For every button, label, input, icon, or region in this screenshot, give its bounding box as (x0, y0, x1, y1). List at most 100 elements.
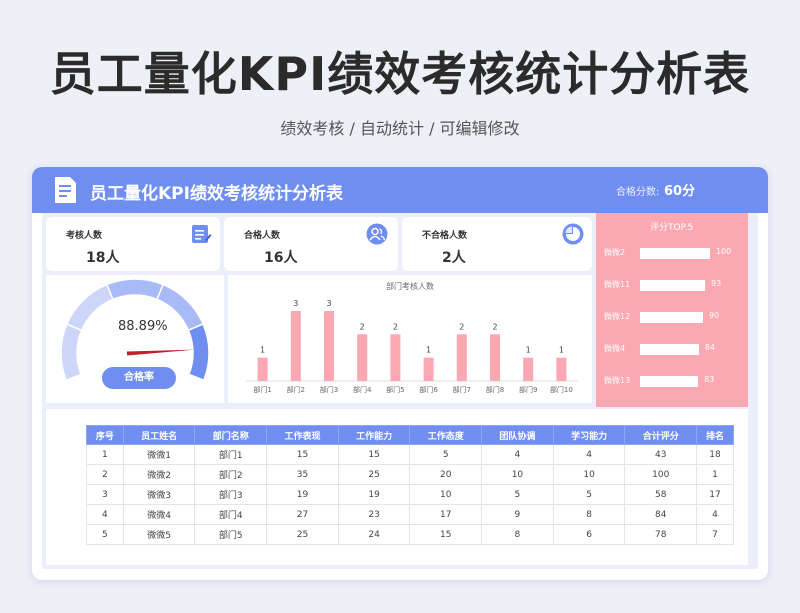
top5-bar (640, 376, 699, 387)
table-cell: 18 (696, 444, 734, 465)
pass-rate-gauge: 88.89% 合格率 (46, 275, 224, 403)
bar (290, 311, 301, 381)
bar (324, 311, 334, 381)
page-title: 员工量化KPI绩效考核统计分析表 (49, 47, 751, 101)
table-cell: 8 (552, 504, 626, 525)
pass-rate-button[interactable]: 合格率 (102, 367, 176, 389)
stat-value: 16人 (264, 250, 298, 266)
table-cell: 部门5 (194, 524, 268, 545)
table-cell: 5 (86, 524, 124, 545)
table-cell: 10 (409, 484, 483, 505)
table-cell: 100 (624, 464, 698, 485)
top5-value: 93 (711, 279, 722, 288)
data-label: 2 (360, 322, 365, 331)
table-cell: 17 (409, 504, 483, 525)
table-cell: 9 (481, 504, 554, 525)
gauge-segment (65, 283, 114, 332)
table-cell: 8 (481, 524, 554, 545)
tick-label: 部门5 (386, 385, 404, 394)
top5-row: 微微4 84 (596, 343, 748, 357)
data-label: 1 (526, 346, 531, 355)
table-cell: 27 (266, 504, 339, 525)
column-header: 工作表现 (266, 425, 339, 445)
top5-value: 83 (704, 375, 715, 384)
table-cell: 7 (696, 524, 734, 545)
table-cell: 1 (86, 444, 124, 465)
column-header: 合计评分 (624, 425, 698, 445)
data-label: 3 (326, 299, 331, 308)
top5-name: 微微13 (604, 376, 631, 385)
data-label: 1 (559, 346, 564, 355)
table-row: 2 微微2 部门2 35 25 20 10 10 100 1 (86, 464, 734, 485)
table-cell: 2 (86, 464, 124, 485)
table-cell: 84 (624, 504, 698, 525)
table-cell: 25 (266, 524, 339, 545)
pass-score-label: 合格分数: (616, 187, 660, 198)
card-header: 员工量化KPI绩效考核统计分析表 合格分数: 60分 (32, 167, 768, 213)
bar (257, 357, 268, 381)
users-icon (366, 223, 388, 245)
table-cell: 微微1 (122, 444, 196, 465)
tick-label: 部门9 (519, 385, 537, 394)
table-row: 4 微微4 部门4 27 23 17 9 8 84 4 (86, 504, 734, 525)
bar (357, 334, 368, 381)
top5-bar (640, 248, 710, 259)
table-cell: 23 (337, 504, 411, 525)
table-cell: 17 (696, 484, 734, 505)
bar (556, 357, 567, 381)
top5-row: 微微13 83 (596, 375, 748, 389)
top5-bar (640, 344, 699, 355)
column-header: 团队协调 (481, 425, 554, 445)
table-cell: 微微2 (122, 464, 196, 485)
stat-value: 18人 (86, 250, 120, 266)
top5-panel: 评分TOP.5 微微2 100 微微11 93 微微12 90 微微4 84 微微13 83 (596, 213, 748, 407)
tick-label: 部门3 (320, 385, 338, 394)
page-subtitle: 绩效考核 / 自动统计 / 可编辑修改 (280, 119, 520, 138)
top5-row: 微微12 90 (596, 311, 748, 325)
data-label: 2 (393, 322, 398, 331)
bar (390, 334, 401, 381)
top5-value: 100 (716, 247, 732, 256)
top5-bar (640, 280, 706, 291)
stat-label: 考核人数 (66, 231, 103, 241)
table-cell: 25 (337, 464, 411, 485)
edit-doc-icon (192, 225, 212, 243)
tick-label: 部门8 (486, 385, 504, 394)
data-label: 2 (492, 322, 497, 331)
bar (456, 334, 467, 381)
top5-name: 微微12 (604, 312, 631, 321)
tick-label: 部门10 (550, 385, 573, 394)
bar (423, 357, 434, 381)
dashboard-card: 员工量化KPI绩效考核统计分析表 合格分数: 60分 考核人数 18人 合格人数… (32, 167, 768, 580)
document-icon (55, 177, 76, 203)
column-header: 部门名称 (194, 425, 268, 445)
top5-value: 84 (704, 343, 715, 352)
table-cell: 部门2 (194, 464, 268, 485)
table-cell: 10 (552, 464, 626, 485)
top5-name: 微微4 (604, 344, 626, 353)
table-cell: 20 (409, 464, 483, 485)
gauge-segment (105, 278, 165, 301)
pass-score-value: 60分 (664, 184, 696, 199)
stat-value: 2人 (442, 250, 466, 266)
table-cell: 微微5 (122, 524, 196, 545)
table-cell: 4 (552, 444, 626, 465)
tick-label: 部门2 (287, 385, 305, 394)
card-title: 员工量化KPI绩效考核统计分析表 (90, 184, 343, 204)
table-cell: 微微3 (122, 484, 196, 505)
column-header: 学习能力 (552, 425, 626, 445)
column-header: 员工姓名 (122, 425, 196, 445)
table-cell: 5 (481, 484, 554, 505)
dashboard-body: 考核人数 18人 合格人数 16人 不合格人数 2人 评分TOP.5 微微2 1… (42, 213, 758, 569)
data-label: 1 (260, 346, 265, 355)
table-row: 5 微微5 部门5 25 24 15 8 6 78 7 (86, 524, 734, 545)
table-cell: 6 (552, 524, 626, 545)
dept-bar-chart-panel: 部门考核人数 1 部门1 3 部门2 3 部门3 2 部门4 2 部门5 1 部门6 2 部门7 2 部门8 1… (228, 275, 592, 403)
column-header: 序号 (86, 425, 124, 445)
table-cell: 3 (86, 484, 124, 505)
table-cell: 15 (337, 444, 411, 465)
table-cell: 19 (266, 484, 339, 505)
top5-bar (640, 312, 703, 323)
top5-value: 90 (709, 311, 720, 320)
top5-name: 微微2 (604, 248, 626, 257)
